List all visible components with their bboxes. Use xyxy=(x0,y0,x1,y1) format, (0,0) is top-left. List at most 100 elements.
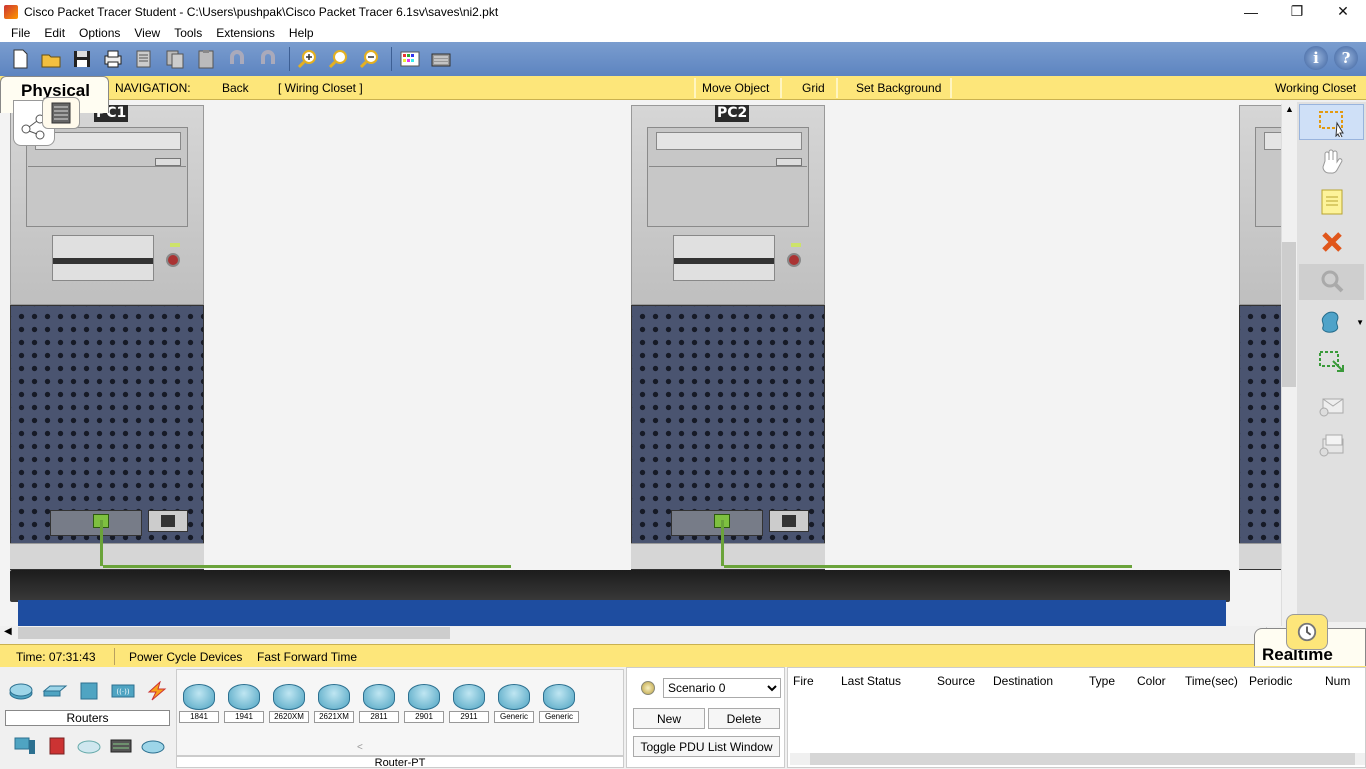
minimize-button[interactable]: — xyxy=(1228,0,1274,23)
column-header-last-status[interactable]: Last Status xyxy=(841,674,901,688)
device-model-generic-2[interactable]: Generic xyxy=(539,684,579,723)
custom-devices-button[interactable] xyxy=(427,46,454,73)
menu-view[interactable]: View xyxy=(127,26,167,40)
network-card-port[interactable] xyxy=(671,510,763,536)
menu-options[interactable]: Options xyxy=(72,26,127,40)
resize-shape-tool[interactable] xyxy=(1299,344,1364,380)
column-header-fire[interactable]: Fire xyxy=(793,674,814,688)
print-button[interactable] xyxy=(99,46,126,73)
horizontal-scrollbar[interactable]: ◀ ▶ xyxy=(0,626,1281,640)
scroll-thumb[interactable] xyxy=(1282,242,1296,387)
column-header-source[interactable]: Source xyxy=(937,674,975,688)
new-file-button[interactable] xyxy=(6,46,33,73)
device-model-2911[interactable]: 2911 xyxy=(449,684,489,723)
draw-shape-tool[interactable]: ▼ xyxy=(1299,304,1364,340)
info-button[interactable]: i xyxy=(1304,46,1328,70)
zoom-reset-button[interactable] xyxy=(325,46,352,73)
column-header-destination[interactable]: Destination xyxy=(993,674,1053,688)
scroll-up-icon[interactable]: ▲ xyxy=(1285,104,1294,114)
menu-edit[interactable]: Edit xyxy=(37,26,72,40)
column-header-periodic[interactable]: Periodic xyxy=(1249,674,1292,688)
scenario-select[interactable]: Scenario 0 xyxy=(663,678,781,698)
device-model-generic-1[interactable]: Generic xyxy=(494,684,534,723)
category-connections[interactable] xyxy=(144,680,170,702)
paste-button[interactable] xyxy=(192,46,219,73)
scroll-left-icon[interactable]: < xyxy=(357,742,363,753)
device-model-2901[interactable]: 2901 xyxy=(404,684,444,723)
close-button[interactable]: ✕ xyxy=(1320,0,1366,23)
back-button[interactable]: Back xyxy=(222,81,249,95)
device-model-2621xm[interactable]: 2621XM xyxy=(314,684,354,723)
modem-port[interactable] xyxy=(148,510,188,532)
fast-forward-button[interactable]: Fast Forward Time xyxy=(257,650,357,664)
grid-button[interactable]: Grid xyxy=(802,81,825,95)
column-header-num[interactable]: Num xyxy=(1325,674,1350,688)
device-model-1841[interactable]: 1841 xyxy=(179,684,219,723)
power-led xyxy=(170,243,180,247)
category-routers[interactable] xyxy=(8,680,34,702)
scroll-thumb[interactable] xyxy=(18,627,450,639)
dropdown-arrow-icon[interactable]: ▼ xyxy=(1356,318,1364,327)
delete-scenario-button[interactable]: Delete xyxy=(708,708,780,729)
delete-tool[interactable] xyxy=(1299,224,1364,260)
save-button[interactable] xyxy=(68,46,95,73)
undo-button[interactable] xyxy=(223,46,250,73)
category-security[interactable] xyxy=(44,736,70,759)
pc2-tower[interactable]: PC2 xyxy=(631,105,825,570)
scroll-left-icon[interactable]: ◀ xyxy=(4,626,12,637)
column-header-color[interactable]: Color xyxy=(1137,674,1166,688)
power-button[interactable] xyxy=(787,253,801,267)
menu-file[interactable]: File xyxy=(4,26,37,40)
move-layout-tool[interactable] xyxy=(1299,144,1364,180)
activity-wizard-button[interactable] xyxy=(130,46,157,73)
device-model-1941[interactable]: 1941 xyxy=(224,684,264,723)
new-scenario-button[interactable]: New xyxy=(633,708,705,729)
copy-button[interactable] xyxy=(161,46,188,73)
set-background-button[interactable]: Set Background xyxy=(856,81,941,95)
column-header-time[interactable]: Time(sec) xyxy=(1185,674,1238,688)
power-led xyxy=(791,243,801,247)
device-model-2811[interactable]: 2811 xyxy=(359,684,399,723)
vertical-scrollbar[interactable]: ▲ ▼ xyxy=(1281,104,1296,626)
scenario-info-icon[interactable] xyxy=(641,681,655,695)
category-wan-emulation[interactable] xyxy=(76,736,102,759)
column-header-type[interactable]: Type xyxy=(1089,674,1115,688)
power-cycle-button[interactable]: Power Cycle Devices xyxy=(129,650,242,664)
physical-workspace-canvas[interactable]: PC1 PC2 xyxy=(0,100,1281,626)
open-file-button[interactable] xyxy=(37,46,64,73)
add-simple-pdu-tool[interactable] xyxy=(1299,388,1364,424)
add-complex-pdu-tool[interactable] xyxy=(1299,428,1364,464)
palette-button[interactable] xyxy=(396,46,423,73)
menu-tools[interactable]: Tools xyxy=(167,26,209,40)
pc-grille xyxy=(1239,305,1281,570)
menu-extensions[interactable]: Extensions xyxy=(209,26,282,40)
rack-view-button[interactable] xyxy=(42,97,80,129)
help-button[interactable]: ? xyxy=(1334,46,1358,70)
category-switches[interactable] xyxy=(42,680,68,702)
pdu-list-scrollbar[interactable] xyxy=(790,753,1365,765)
select-tool[interactable] xyxy=(1299,104,1364,140)
power-button[interactable] xyxy=(166,253,180,267)
inspect-tool[interactable] xyxy=(1299,264,1364,300)
zoom-out-button[interactable] xyxy=(356,46,383,73)
toggle-pdu-list-button[interactable]: Toggle PDU List Window xyxy=(633,736,780,757)
category-wireless[interactable]: ((·)) xyxy=(110,680,136,702)
pc3-tower-partial[interactable] xyxy=(1239,105,1281,570)
pc1-tower[interactable]: PC1 xyxy=(10,105,204,570)
menu-help[interactable]: Help xyxy=(282,26,321,40)
maximize-button[interactable]: ❐ xyxy=(1274,0,1320,23)
zoom-in-button[interactable] xyxy=(294,46,321,73)
device-model-2620xm[interactable]: 2620XM xyxy=(269,684,309,723)
working-closet-button[interactable]: Working Closet xyxy=(1275,81,1356,95)
move-object-button[interactable]: Move Object xyxy=(702,81,769,95)
category-end-devices[interactable] xyxy=(12,736,38,759)
modem-port[interactable] xyxy=(769,510,809,532)
network-card-port[interactable] xyxy=(50,510,142,536)
scroll-thumb[interactable] xyxy=(810,753,1355,765)
redo-button[interactable] xyxy=(254,46,281,73)
category-multiuser[interactable] xyxy=(140,736,166,759)
realtime-clock-button[interactable] xyxy=(1286,614,1328,650)
place-note-tool[interactable] xyxy=(1299,184,1364,220)
category-custom-devices[interactable] xyxy=(108,736,134,759)
category-hubs[interactable] xyxy=(76,680,102,702)
